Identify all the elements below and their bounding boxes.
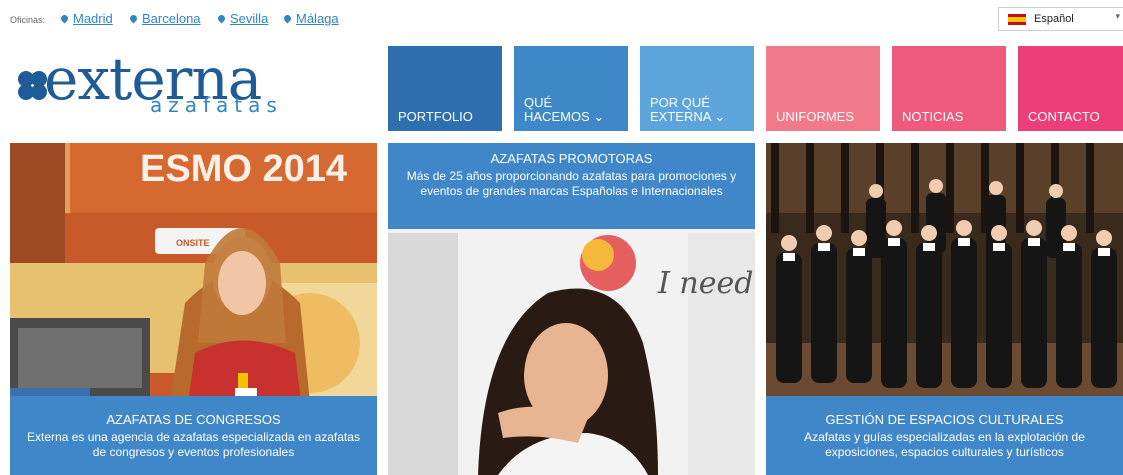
language-label: Español <box>1034 13 1074 25</box>
tile-espacios-culturales[interactable]: GESTIÓN DE ESPACIOS CULTURALES Azafatas … <box>766 143 1123 475</box>
spain-flag-icon <box>1008 14 1026 25</box>
tile-azafatas-promotoras[interactable]: I need Spain AZAFATAS PROMOTORAS Más de … <box>388 143 755 475</box>
office-label: Málaga <box>296 11 339 26</box>
nav-label: POR QUÉ EXTERNA ⌄ <box>650 95 726 124</box>
tile-description: Externa es una agencia de azafatas espec… <box>27 430 360 459</box>
nav-label: PORTFOLIO <box>398 109 473 124</box>
onsite-badge-text: ONSITE <box>176 238 210 248</box>
tile-description: Más de 25 años proporcionando azafatas p… <box>406 169 737 198</box>
need-spain-text: I need Spain <box>657 266 755 301</box>
office-link-barcelona[interactable]: Barcelona <box>128 11 201 26</box>
site-logo[interactable]: externa azafatas <box>18 50 288 135</box>
nav-item-portfolio[interactable]: PORTFOLIO <box>388 46 502 131</box>
office-link-madrid[interactable]: Madrid <box>59 11 113 26</box>
nav-label: UNIFORMES <box>776 109 854 124</box>
nav-item-por-que-externa[interactable]: POR QUÉ EXTERNA ⌄ <box>640 46 754 131</box>
office-link-malaga[interactable]: Málaga <box>282 11 339 26</box>
nav-item-noticias[interactable]: NOTICIAS <box>892 46 1006 131</box>
map-pin-icon <box>216 13 227 24</box>
tile-caption: GESTIÓN DE ESPACIOS CULTURALES Azafatas … <box>766 396 1123 475</box>
office-label: Sevilla <box>230 11 269 26</box>
logo-subtitle: azafatas <box>150 93 283 117</box>
nav-item-que-hacemos[interactable]: QUÉ HACEMOS ⌄ <box>514 46 628 131</box>
tile-title: AZAFATAS DE CONGRESOS <box>106 412 281 427</box>
nav-label: QUÉ HACEMOS ⌄ <box>524 95 605 124</box>
tile-title: GESTIÓN DE ESPACIOS CULTURALES <box>825 412 1064 427</box>
tile-azafatas-congresos[interactable]: ESMO 2014 ONSITE AZAFATAS DE CONGRESOS E… <box>10 143 377 475</box>
office-link-sevilla[interactable]: Sevilla <box>216 11 269 26</box>
nav-item-uniformes[interactable]: UNIFORMES <box>766 46 880 131</box>
map-pin-icon <box>282 13 293 24</box>
offices-label: Oficinas: <box>10 15 46 25</box>
tile-title: AZAFATAS PROMOTORAS <box>490 151 653 166</box>
nav-label: NOTICIAS <box>902 109 964 124</box>
nav-item-contacto[interactable]: CONTACTO <box>1018 46 1123 131</box>
nav-label: CONTACTO <box>1028 109 1100 124</box>
map-pin-icon <box>128 13 139 24</box>
tile-caption: AZAFATAS DE CONGRESOS Externa es una age… <box>10 396 377 475</box>
top-bar: Oficinas: Madrid Barcelona Sevilla Málag… <box>0 0 1123 40</box>
tile-caption: AZAFATAS PROMOTORAS Más de 25 años propo… <box>388 143 755 229</box>
tile-description: Azafatas y guías especializadas en la ex… <box>804 430 1085 459</box>
banner-text: ESMO 2014 <box>140 148 347 190</box>
office-label: Barcelona <box>142 11 201 26</box>
chevron-down-icon: ▾ <box>1115 12 1120 22</box>
office-label: Madrid <box>73 11 113 26</box>
language-select[interactable]: Español ▾ <box>998 7 1123 31</box>
map-pin-icon <box>59 13 70 24</box>
